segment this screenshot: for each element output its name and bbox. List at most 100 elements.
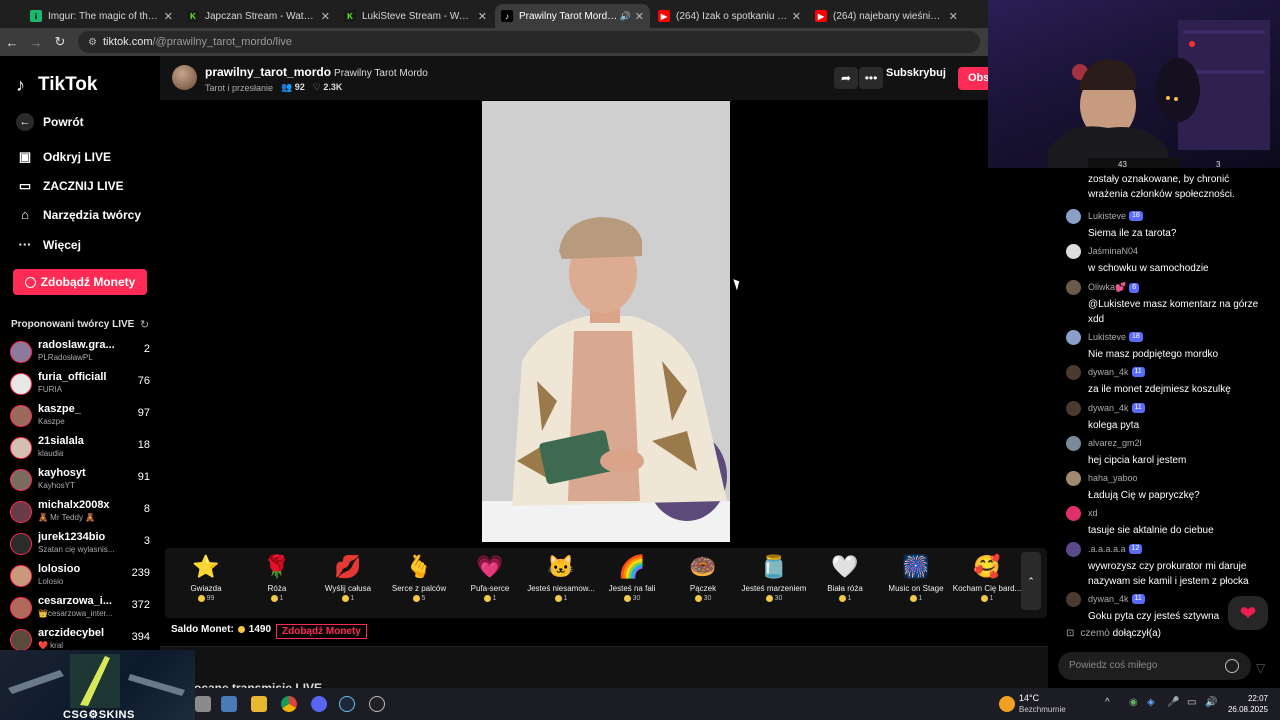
back-link[interactable]: ← Powrót [16,113,84,131]
gift-item[interactable]: 🤍 Biała róża 1 [810,554,880,602]
live-video-area[interactable] [160,100,988,544]
browser-tab[interactable]: ▶ (264) najebany wieśniak - YouTube ✕ [809,4,964,28]
gift-name: Serce z palców [391,584,447,593]
suggested-creator[interactable]: kayhosyt KayhosYT 91 [10,467,152,497]
suggested-creator[interactable]: furia_officiall FURIA 76 [10,371,152,401]
gift-name: Pufa-serce [470,584,510,593]
gift-price: 1 [455,595,525,602]
host-avatar[interactable] [172,65,197,90]
nav-more[interactable]: ··· Więcej [16,237,81,252]
emoji-icon[interactable] [1225,659,1239,673]
obs-icon[interactable] [369,696,385,712]
suggested-creator[interactable]: michalx2008x 🧸 Mr Teddy 🧸 8 [10,499,152,529]
suggested-creator[interactable]: lolosioo Lolosio 239 [10,563,152,593]
discord-icon[interactable] [311,696,327,712]
suggested-creator[interactable]: jurek1234bio Szatan cię wylasnis... 3 [10,531,152,561]
back-arrow-icon[interactable]: ← [0,35,24,50]
browser-tab[interactable]: i Imgur: The magic of the Internet ✕ [24,4,179,28]
gift-item[interactable]: 🌹 Róża 1 [242,554,312,602]
host-handle[interactable]: prawilny_tarot_mordo Prawilny Tarot Mordo [205,65,428,79]
speaker-icon[interactable]: 🔊 [620,11,631,22]
reload-icon[interactable]: ↻ [48,34,72,50]
browser-tab[interactable]: K LukiSteve Stream - Watch Live on Kick ✕ [338,4,493,28]
gift-item[interactable]: 🫙 Jesteś marzeniem 30 [739,554,809,602]
volume-icon[interactable]: 🔊 [1205,697,1217,708]
gift-item[interactable]: 🎆 Music on Stage 1 [881,554,951,602]
suggested-creator[interactable]: radoslaw.gra... PLRadosławPL 2 [10,339,152,369]
calculator-icon[interactable] [221,696,237,712]
chevron-up-icon[interactable]: ⌃ [1021,552,1041,610]
tray-steam-icon[interactable]: ◈ [1147,697,1155,708]
chat-username: dywan_4k 11 [1088,594,1145,604]
get-coins-small-button[interactable]: Zdobądź Monety [276,624,367,639]
task-view-icon[interactable] [195,696,211,712]
gift-item[interactable]: 🐱 Jesteś niesamow... 1 [526,554,596,602]
chat-input[interactable]: Powiedz coś miłego [1058,652,1251,680]
chrome-icon[interactable] [281,696,297,712]
chat-avatar [1066,592,1081,607]
gift-icon: 🎆 [902,554,930,579]
gift-item[interactable]: 🫰 Serce z palców 5 [384,554,454,602]
suggested-creator[interactable]: kaszpe_ Kaszpe 97 [10,403,152,433]
heart-gift-button[interactable]: ❤ [1228,596,1268,630]
forward-arrow-icon[interactable]: → [24,35,48,50]
live-video[interactable] [482,101,730,542]
browser-tab[interactable]: K Japczan Stream - Watch Live on Kick ✕ [181,4,336,28]
stream-category[interactable]: Tarot i przesłanie [205,83,273,93]
network-icon[interactable]: ▭ [1187,697,1196,708]
chat-username: Oliwka💕 6 [1088,282,1140,293]
imgur-icon: i [30,10,42,22]
nav-start-live[interactable]: ▭ ZACZNIJ LIVE [16,178,124,194]
more-options-icon[interactable]: ••• [859,67,883,89]
send-icon[interactable]: ▽ [1256,661,1265,675]
nav-discover-live[interactable]: ▣ Odkryj LIVE [16,149,111,165]
suggested-creator[interactable]: cesarzowa_i... 👑cesarzowa_inter... 372 [10,595,152,625]
refresh-icon[interactable]: ↻ [140,318,149,331]
creator-avatar [10,501,32,523]
creator-viewers: 18 [137,439,150,451]
gift-name: Jesteś niesamow... [527,584,595,593]
suggested-creator[interactable]: 21sialala klaudia 18 [10,435,152,465]
chat-username: .a.a.a.a.a 12 [1088,544,1143,554]
close-tab-icon[interactable]: ✕ [792,10,801,23]
url-field[interactable]: ⚙ tiktok.com/@prawilny_tarot_mordo/live [78,31,980,53]
share-icon[interactable]: ➦ [834,67,858,89]
gift-item[interactable]: 💗 Pufa-serce 1 [455,554,525,602]
gift-item[interactable]: 💋 Wyślij całusa 1 [313,554,383,602]
likes-value: 2.3K [323,82,343,92]
browser-tab[interactable]: ▶ (264) Izak o spotkaniu z Vysotzky ✕ [652,4,807,28]
back-label: Powrót [43,115,84,129]
creator-avatar [10,405,32,427]
close-tab-icon[interactable]: ✕ [478,10,487,23]
close-tab-icon[interactable]: ✕ [164,10,173,23]
mouse-cursor-icon [733,277,742,291]
gift-item[interactable]: 🥰 Kocham Cię bard... 1 [952,554,1022,602]
close-tab-icon[interactable]: ✕ [949,10,958,23]
clock[interactable]: 22:07 26.08.2025 [1228,693,1268,715]
subscribe-button[interactable]: Subskrybuj [886,67,946,79]
gift-price-value: 1 [350,595,355,602]
creator-avatar [10,341,32,363]
gift-name: Jesteś marzeniem [741,584,807,593]
screen: i Imgur: The magic of the Internet ✕ K Japcz… [0,0,1280,720]
site-info-icon[interactable]: ⚙ [88,37,97,48]
gift-item[interactable]: ⭐ Gwiazda 99 [171,554,241,602]
close-tab-icon[interactable]: ✕ [635,10,644,23]
tray-chevron-icon[interactable]: ^ [1105,697,1110,708]
chat-text: wywrozysz czy prokurator mi daruje nazyw… [1088,561,1249,587]
gift-item[interactable]: 🍩 Pączek 30 [668,554,738,602]
get-coins-button[interactable]: Zdobądź Monety [13,269,147,295]
steam-icon[interactable] [339,696,355,712]
microphone-icon[interactable]: 🎤 [1167,697,1179,708]
coin-icon [24,276,36,288]
chat-avatar [1066,330,1081,345]
close-tab-icon[interactable]: ✕ [321,10,330,23]
file-explorer-icon[interactable] [251,696,267,712]
browser-tab[interactable]: ♪ Prawilny Tarot Mordo (@prawilny_tarot_m… [495,4,650,28]
gift-item[interactable]: 🌈 Jesteś na fali 30 [597,554,667,602]
chat-text: kolega pyta [1088,420,1140,431]
tab-title: (264) Izak o spotkaniu z Vysotzky [676,10,788,22]
tiktok-logo[interactable]: ♪ TikTok [16,74,97,96]
tray-app-icon[interactable]: ◉ [1129,697,1138,708]
nav-creator-tools[interactable]: ⌂ Narzędzia twórcy [16,207,141,222]
